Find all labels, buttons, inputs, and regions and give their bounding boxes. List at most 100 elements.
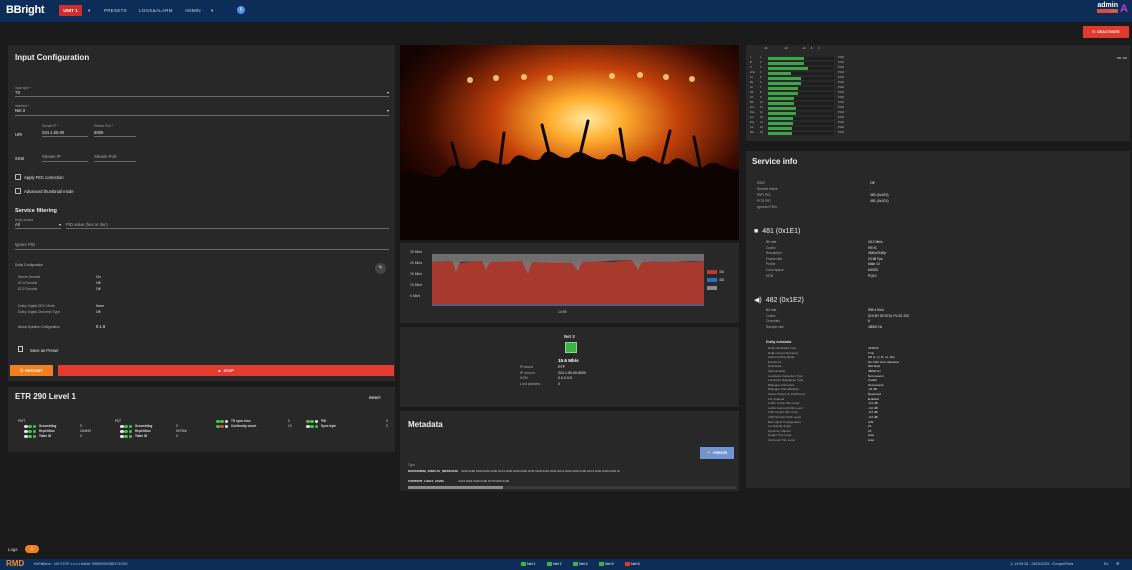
meter-channel-label: C bbox=[750, 66, 752, 69]
net-title: Net 3 bbox=[564, 334, 575, 339]
advanced-thumbnail-checkbox[interactable] bbox=[15, 188, 21, 194]
avatar[interactable]: A bbox=[1120, 3, 1130, 17]
kv-row: Lost packets 0 bbox=[520, 382, 640, 388]
meter-format: PCM bbox=[838, 126, 844, 129]
user-menu[interactable]: admin admin bbox=[1097, 2, 1118, 13]
interface-select[interactable]: Net 3 ▾ bbox=[15, 108, 389, 116]
kv-value: -3.0 dB bbox=[868, 414, 878, 419]
logs-badge[interactable]: 0 bbox=[25, 545, 39, 553]
service-filtering-title: Service filtering bbox=[15, 208, 57, 214]
save-preset-icon[interactable] bbox=[18, 346, 23, 352]
metadata-row-mastering: MASTERING_DISPLAY_METADATA 0x00 0x84 0x00… bbox=[408, 469, 621, 473]
etr-label: Scrambling bbox=[135, 424, 153, 428]
apply-fec-checkbox[interactable] bbox=[15, 174, 21, 180]
legend-481: 481 bbox=[707, 269, 731, 275]
nav-chevron-icon[interactable]: ▾ bbox=[88, 8, 91, 14]
meter-channel-label: L bbox=[750, 56, 752, 59]
meter-channel-label: Rtf bbox=[750, 101, 754, 104]
etr-pat-label: PAT bbox=[115, 419, 122, 423]
stream-ip-label: Stream IP * bbox=[42, 124, 59, 128]
ssm-port-field[interactable]: Stream Port bbox=[94, 154, 136, 162]
audio-info-rows: Bit rate 595.4 Kb/s Codec DOLBY DIGITAL PLU… bbox=[766, 308, 1066, 330]
etr-label: Continuity count bbox=[231, 424, 257, 428]
ssm-label: SSM bbox=[15, 156, 25, 161]
freeze-button[interactable]: 🔒 FREEZE bbox=[700, 447, 734, 459]
net-chip-6[interactable]: Net 6 bbox=[625, 561, 640, 567]
input-type-select[interactable]: TS ▾ bbox=[15, 90, 389, 97]
kv-value: 48000 Hz bbox=[868, 324, 883, 329]
meter-channel-label: Lrs bbox=[750, 116, 754, 119]
nav-unit1[interactable]: UNIT 1 bbox=[59, 5, 82, 16]
video-info-rows: Bit rate 18.2 Mb/s Codec HEVC Resolution 3840… bbox=[766, 240, 1066, 279]
settings-icon[interactable]: ⚙ bbox=[1116, 561, 1120, 566]
kv-value: 16 bbox=[868, 424, 872, 429]
kv-label: ED2 Decode bbox=[18, 287, 38, 291]
kv-value: HEVC bbox=[868, 245, 878, 250]
kv-label: Data Rate bbox=[768, 364, 782, 369]
meter-scale-tick: 0 bbox=[818, 47, 820, 50]
edit-pencil-icon[interactable]: ✎ bbox=[375, 263, 386, 274]
stop-button[interactable]: ■ STOP bbox=[58, 365, 394, 376]
video-camera-icon: ■ bbox=[754, 228, 759, 235]
restart-button[interactable]: ⏻ RESTART bbox=[10, 365, 53, 376]
kv-value: 3/2 (L, C, R, Ls, Rs) bbox=[868, 355, 895, 360]
meter-fill bbox=[768, 106, 796, 110]
stream-port-field[interactable]: 5000 bbox=[94, 130, 136, 137]
stream-ip-field[interactable]: 224.1.50.90 bbox=[42, 130, 88, 137]
kv-value: -3.0 dB bbox=[868, 401, 878, 406]
kv-label: Dolby Atmos Presence bbox=[768, 350, 799, 355]
nav-logs-alarm[interactable]: LOGS&ALARM bbox=[139, 8, 173, 13]
kv-label: Resolution bbox=[766, 251, 782, 256]
meter-format: PCM bbox=[838, 86, 844, 89]
ssm-ip-field[interactable]: Stream IP bbox=[42, 154, 88, 162]
kv-label: SSM bbox=[520, 376, 528, 380]
kv-value: 640 kbps bbox=[868, 364, 881, 369]
net-chip-4[interactable]: Net 4 bbox=[573, 561, 588, 567]
kv-value: DOLBY DIGITAL PLUS JOC bbox=[868, 313, 910, 318]
user-name: admin bbox=[1097, 2, 1118, 9]
kv-label: Sample Rate bbox=[768, 368, 786, 373]
meter-format: PCM bbox=[838, 91, 844, 94]
deactivate-button[interactable]: ⏻ DEACTIVATE bbox=[1083, 26, 1129, 38]
etr-reset-button[interactable]: RESET bbox=[369, 396, 381, 400]
meter-format: PCM bbox=[838, 56, 844, 59]
kv-label: PMT PID bbox=[757, 193, 771, 197]
language-selector[interactable]: En bbox=[1104, 562, 1108, 566]
ignore-pid-field[interactable]: Ignore PID bbox=[15, 242, 389, 250]
net-chip-5[interactable]: Net 5 bbox=[599, 561, 614, 567]
metadata-scrollbar[interactable] bbox=[408, 486, 736, 489]
kv-value: ATMOS bbox=[868, 346, 879, 350]
pid-value-field[interactable]: PID value (hex or dec) bbox=[66, 222, 389, 229]
kv-label: Protocol bbox=[520, 365, 534, 369]
etr-label: TS sync loss bbox=[231, 419, 251, 423]
kv-value: PQ10 bbox=[868, 273, 877, 278]
net-chip-2[interactable]: Net 2 bbox=[547, 561, 562, 567]
kv-label: Channels bbox=[766, 319, 780, 324]
nav-admin[interactable]: ADMIN bbox=[185, 8, 201, 13]
etr-row: Table ID 0 bbox=[120, 434, 200, 439]
net-chip-1[interactable]: Net 1 bbox=[521, 561, 536, 567]
kv-label: Dol Errors bbox=[768, 359, 782, 364]
etr-value: 0 bbox=[176, 424, 178, 428]
kv-row: Sample rate 48000 Hz bbox=[766, 325, 1066, 331]
etr-label: Scrambling bbox=[39, 424, 57, 428]
kv-value: 15 bbox=[868, 428, 872, 433]
kv-label: Atmos Decode bbox=[18, 275, 41, 279]
meter-fill bbox=[768, 66, 808, 70]
metadata-type-label: Type bbox=[408, 463, 415, 467]
metadata-title: Metadata bbox=[408, 420, 443, 429]
nav-presets[interactable]: PRESETS bbox=[104, 8, 127, 13]
keep-service-select[interactable]: All ▾ bbox=[15, 222, 61, 229]
etr-value: 0 bbox=[288, 419, 290, 423]
dolby-drc-list: Dolby Digital DRC Mode None Dolby Digital … bbox=[18, 304, 108, 316]
meter-fill bbox=[768, 61, 805, 65]
admin-chevron-icon[interactable]: ▾ bbox=[211, 8, 214, 14]
kv-label: IP source bbox=[520, 370, 536, 375]
kv-value: Off bbox=[96, 281, 101, 285]
concert-image bbox=[400, 45, 739, 240]
meter-fill bbox=[768, 101, 795, 105]
info-icon[interactable]: i bbox=[237, 6, 245, 14]
logs-label[interactable]: Logs bbox=[8, 547, 18, 552]
meter-bar bbox=[768, 81, 834, 85]
save-preset-button[interactable]: Save as Preset bbox=[30, 348, 58, 353]
